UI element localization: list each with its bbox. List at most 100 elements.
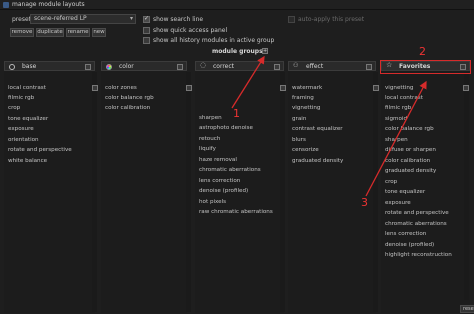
module-name: haze removal [199, 157, 237, 163]
group-add-module-button[interactable] [177, 64, 183, 70]
group-name-color: color [119, 63, 134, 70]
module-item: denoise (profiled) [385, 241, 434, 250]
group-add-module-button[interactable] [85, 64, 91, 70]
module-item: crop [385, 178, 397, 187]
show-quick-access-label: show quick access panel [153, 27, 228, 34]
group-header-color[interactable]: color [101, 61, 187, 71]
module-item: highlight reconstruction [385, 251, 452, 260]
module-name: lens correction [385, 231, 427, 237]
group-column-correct: ◌ correct sharpen astrophoto denoise ret… [195, 61, 284, 313]
remove-module-button[interactable] [280, 85, 286, 91]
rename-button[interactable]: rename [66, 28, 90, 37]
module-name: denoise (profiled) [199, 188, 249, 194]
scrollbar[interactable] [464, 72, 469, 300]
scrollbar[interactable] [186, 72, 191, 312]
module-item: exposure [385, 199, 411, 208]
group-column-effect: ⚇ effect watermark framing vignetting gr… [288, 61, 376, 313]
show-quick-access-checkbox[interactable] [143, 27, 150, 34]
module-name: white balance [8, 158, 48, 164]
module-item: lens correction [385, 230, 426, 239]
module-name: graduated density [385, 168, 437, 174]
module-item: hot pixels [199, 198, 226, 207]
module-item: sharpen [199, 114, 222, 123]
module-item: diffuse or sharpen [385, 146, 436, 155]
group-name-base: base [22, 63, 37, 70]
module-item: vignetting [385, 84, 413, 93]
module-item: orientation [8, 136, 39, 145]
module-item: exposure [8, 125, 34, 134]
module-name: hot pixels [199, 199, 227, 205]
module-item: graduated density [292, 157, 343, 166]
effect-group-icon: ⚇ [293, 62, 299, 69]
scrollbar[interactable] [280, 72, 285, 312]
module-name: local contrast [385, 95, 423, 101]
title-bar: manage module layouts [0, 0, 474, 10]
module-name: exposure [8, 126, 34, 132]
module-name: color calibration [105, 105, 151, 111]
group-header-correct[interactable]: ◌ correct [195, 61, 284, 71]
module-name: rotate and perspective [8, 147, 72, 153]
remove-button[interactable]: remove [10, 28, 34, 37]
module-name: chromatic aberrations [385, 221, 447, 227]
module-item: haze removal [199, 156, 237, 165]
module-item: graduated density [385, 167, 436, 176]
group-add-module-button[interactable] [366, 64, 372, 70]
module-name: color balance rgb [105, 95, 154, 101]
reset-button[interactable]: reset [460, 305, 474, 313]
new-button[interactable]: new [92, 28, 106, 37]
duplicate-button[interactable]: duplicate [36, 28, 64, 37]
module-name: color zones [105, 85, 137, 91]
base-group-icon [9, 64, 15, 70]
group-add-module-button[interactable] [274, 64, 280, 70]
module-item: chromatic aberrations [199, 166, 261, 175]
scrollbar[interactable] [92, 72, 97, 312]
scrollbar[interactable] [373, 72, 378, 312]
remove-module-button[interactable] [463, 85, 469, 91]
module-item: raw chromatic aberrations [199, 208, 273, 217]
module-item: filmic rgb [8, 94, 34, 103]
add-group-button[interactable]: + [262, 48, 268, 54]
module-name: tone equalizer [385, 189, 426, 195]
module-name: color balance rgb [385, 126, 434, 132]
module-item: filmic rgb [385, 104, 411, 113]
favorites-highlight-box [380, 60, 471, 74]
group-header-base[interactable]: base [4, 61, 95, 71]
show-search-line-checkbox[interactable] [143, 15, 150, 23]
module-name: exposure [385, 200, 411, 206]
module-name: censorize [292, 147, 319, 153]
group-name-correct: correct [213, 63, 235, 70]
module-name: crop [385, 179, 398, 185]
module-item: censorize [292, 146, 319, 155]
remove-module-button[interactable] [373, 85, 379, 91]
module-name: local contrast [8, 85, 46, 91]
auto-apply-checkbox[interactable] [288, 16, 295, 23]
group-header-effect[interactable]: ⚇ effect [288, 61, 376, 71]
module-item: white balance [8, 157, 47, 166]
auto-apply-label: auto-apply this preset [298, 16, 365, 23]
annotation-label-2: 2 [419, 45, 426, 58]
module-name: astrophoto denoise [199, 125, 253, 131]
preset-dropdown[interactable]: scene-referred LP ▾ [30, 14, 136, 24]
module-item: color balance rgb [385, 125, 434, 134]
module-item: lens correction [199, 177, 240, 186]
module-item: liquify [199, 145, 216, 154]
group-column-base: base local contrast filmic rgb crop tone… [4, 61, 95, 313]
module-name: denoise (profiled) [385, 242, 435, 248]
module-name: sharpen [385, 137, 408, 143]
module-name: highlight reconstruction [385, 252, 452, 258]
module-item: sharpen [385, 136, 408, 145]
module-item: local contrast [8, 84, 46, 93]
module-item: chromatic aberrations [385, 220, 447, 229]
remove-module-button[interactable] [186, 85, 192, 91]
module-item: local contrast [385, 94, 423, 103]
module-name: retouch [199, 136, 221, 142]
module-name: grain [292, 116, 307, 122]
remove-module-button[interactable] [92, 85, 98, 91]
show-all-history-checkbox[interactable] [143, 37, 150, 44]
module-item: contrast equalizer [292, 125, 343, 134]
show-all-history-label: show all history modules in active group [153, 37, 275, 44]
module-item: tone equalizer [8, 115, 48, 124]
group-column-favorites: ☆ Favorites vignetting local contrast fi… [381, 61, 470, 313]
module-item: sigmoid [385, 115, 407, 124]
module-item: color calibration [105, 104, 150, 113]
